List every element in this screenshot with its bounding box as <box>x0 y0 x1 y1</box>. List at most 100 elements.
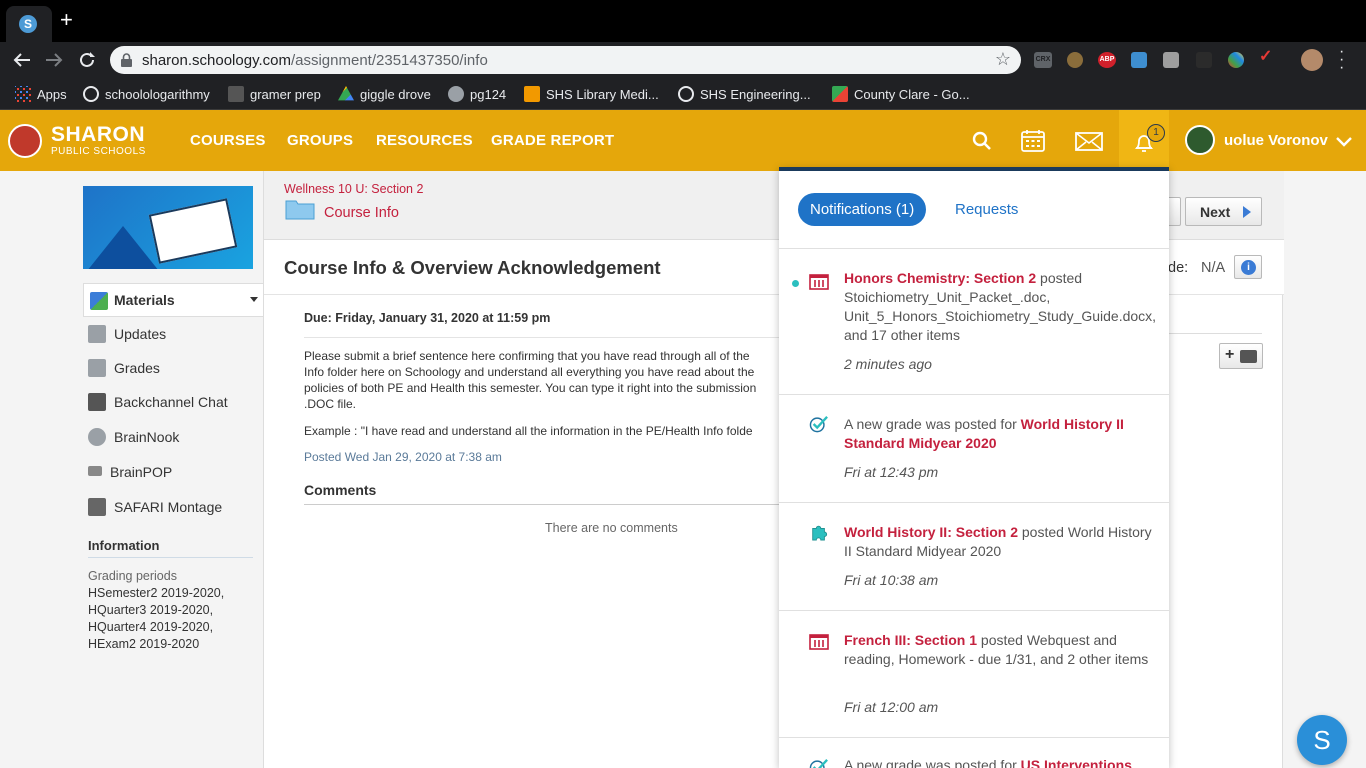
calendar-icon[interactable] <box>1021 129 1045 153</box>
notification-item[interactable]: French III: Section 1 posted Webquest an… <box>779 611 1169 738</box>
gb-icon <box>228 86 244 102</box>
bookmark-pg124[interactable]: pg124 <box>448 86 506 104</box>
adblock-extension-icon[interactable]: ABP <box>1098 52 1116 68</box>
browser-menu-icon[interactable]: · · · <box>1339 44 1344 76</box>
reload-icon[interactable] <box>78 51 96 69</box>
notification-item[interactable]: A new grade was posted for US Interventi… <box>779 738 1169 768</box>
forward-icon[interactable] <box>45 52 63 68</box>
course-breadcrumb-link[interactable]: Wellness 10 U: Section 2 <box>284 182 423 196</box>
sidebar-item-materials[interactable]: Materials <box>83 283 263 317</box>
notification-item[interactable]: World History II: Section 2 posted World… <box>779 503 1169 611</box>
sidebar-item-brainpop[interactable]: BrainPOP <box>88 460 172 484</box>
globe-icon <box>448 86 464 102</box>
nav-grade-report[interactable]: GRADE REPORT <box>491 132 614 149</box>
notification-time: 2 minutes ago <box>844 356 932 372</box>
notification-text: French III: Section 1 posted Webquest an… <box>844 632 1149 667</box>
puzzle-icon <box>812 525 828 541</box>
notification-course-link[interactable]: Honors Chemistry: Section 2 <box>844 270 1036 286</box>
updates-icon <box>88 325 106 343</box>
grading-period: HQuarter3 2019-2020, <box>88 603 214 617</box>
page-title: Course Info & Overview Acknowledgement <box>284 257 661 278</box>
site-header: SHARON PUBLIC SCHOOLS COURSES GROUPS RES… <box>0 110 1366 171</box>
color-extension-icon[interactable] <box>1228 52 1244 68</box>
search-icon[interactable] <box>972 131 992 151</box>
notification-time: Fri at 12:00 am <box>844 699 939 715</box>
sidebar-item-label: Materials <box>114 292 175 308</box>
schoology-favicon-icon: S <box>19 15 37 33</box>
notification-text: A new grade was posted for World History… <box>844 416 1124 451</box>
bookmark-schoolologarithmy[interactable]: schoolologarithmy <box>83 86 210 104</box>
notification-item[interactable]: A new grade was posted for World History… <box>779 395 1169 503</box>
bookmark-giggle-drove[interactable]: giggle drove <box>338 86 431 104</box>
back-icon[interactable] <box>13 52 31 68</box>
next-button[interactable]: Next <box>1185 197 1262 226</box>
apps-grid-icon <box>15 86 31 102</box>
owl-extension-icon[interactable] <box>1067 52 1083 68</box>
schoology-help-button[interactable]: S <box>1297 715 1347 765</box>
notification-text: World History II: Section 2 posted World… <box>844 524 1152 559</box>
bookmark-shs-library[interactable]: SHS Library Medi... <box>524 86 659 104</box>
school-seal-icon <box>8 124 42 158</box>
check-red-extension-icon[interactable]: ✓ <box>1259 49 1275 65</box>
address-bar[interactable]: sharon.schoology.com/assignment/23514373… <box>110 46 1021 74</box>
tray-icon <box>1240 350 1257 363</box>
bookmark-shs-engineering[interactable]: SHS Engineering... <box>678 86 811 104</box>
profile-avatar-icon[interactable] <box>1301 49 1323 71</box>
notification-course-link[interactable]: French III: Section 1 <box>844 632 977 648</box>
course-banner-image <box>83 186 253 269</box>
bookmark-gramer-prep[interactable]: gramer prep <box>228 86 321 104</box>
add-submission-button[interactable]: + <box>1219 343 1263 369</box>
notification-item[interactable]: Honors Chemistry: Section 2 posted Stoic… <box>779 249 1169 395</box>
sidebar-item-safari-montage[interactable]: SAFARI Montage <box>88 495 222 519</box>
browser-tab-strip: S + <box>0 0 1366 42</box>
requests-tab[interactable]: Requests <box>955 201 1018 218</box>
briefcase-extension-icon[interactable] <box>1163 52 1179 68</box>
sidebar-item-updates[interactable]: Updates <box>88 322 166 346</box>
user-avatar[interactable] <box>1185 125 1215 155</box>
due-date: Due: Friday, January 31, 2020 at 11:59 p… <box>304 311 551 325</box>
sidebar-item-grades[interactable]: Grades <box>88 356 160 380</box>
sidebar-item-backchannel-chat[interactable]: Backchannel Chat <box>88 390 228 414</box>
notification-course-link[interactable]: World History II: Section 2 <box>844 524 1018 540</box>
no-comments-text: There are no comments <box>545 521 678 535</box>
nav-courses[interactable]: COURSES <box>190 132 266 149</box>
new-tab-button[interactable]: + <box>60 9 73 31</box>
caret-down-icon[interactable] <box>250 297 258 302</box>
safari-montage-icon <box>88 498 106 516</box>
lock-icon[interactable] <box>121 53 132 67</box>
user-name[interactable]: uolue Voronov <box>1224 132 1328 149</box>
url-host: sharon.schoology.com <box>142 52 291 69</box>
chat-icon <box>88 393 106 411</box>
maps-icon <box>832 86 848 102</box>
bookmark-apps[interactable]: Apps <box>15 86 67 104</box>
dark-extension-icon[interactable] <box>1196 52 1212 68</box>
grade-info-button[interactable]: i <box>1234 255 1262 279</box>
bookmarks-bar: Apps schoolologarithmy gramer prep giggl… <box>0 78 1366 110</box>
school-logo[interactable]: SHARON PUBLIC SCHOOLS <box>8 124 148 158</box>
course-materials-icon <box>809 274 829 290</box>
bookmark-star-icon[interactable]: ☆ <box>995 49 1011 70</box>
nav-groups[interactable]: GROUPS <box>287 132 353 149</box>
nav-resources[interactable]: RESOURCES <box>376 132 473 149</box>
browser-tab[interactable]: S <box>6 6 52 42</box>
checkmark-extension-icon[interactable] <box>1131 52 1147 68</box>
folder-breadcrumb-link[interactable]: Course Info <box>324 205 399 221</box>
mail-icon[interactable] <box>1075 132 1103 151</box>
notification-grade-link[interactable]: US Interventions <box>1021 757 1132 768</box>
sidebar-item-brainnook[interactable]: BrainNook <box>88 425 179 449</box>
bookmark-county-clare[interactable]: County Clare - Go... <box>832 86 970 104</box>
unread-dot-icon <box>792 280 799 287</box>
notifications-tab[interactable]: Notifications (1) <box>798 193 927 226</box>
chevron-down-icon[interactable] <box>1336 137 1352 147</box>
body-line: Please submit a brief sentence here conf… <box>304 349 750 363</box>
crx-extension-icon[interactable]: CRX <box>1034 52 1052 68</box>
next-label: Next <box>1200 204 1231 220</box>
notification-text: Honors Chemistry: Section 2 posted Stoic… <box>844 270 1157 343</box>
notification-count-badge: 1 <box>1147 124 1165 142</box>
notifications-button[interactable]: 1 <box>1119 110 1169 171</box>
triangle-shape <box>83 226 163 269</box>
posted-date: Posted Wed Jan 29, 2020 at 7:38 am <box>304 450 502 464</box>
sidebar-info-heading: Information <box>88 538 253 558</box>
schoology-icon <box>678 86 694 102</box>
example-text: Example : "I have read and understand al… <box>304 424 753 438</box>
